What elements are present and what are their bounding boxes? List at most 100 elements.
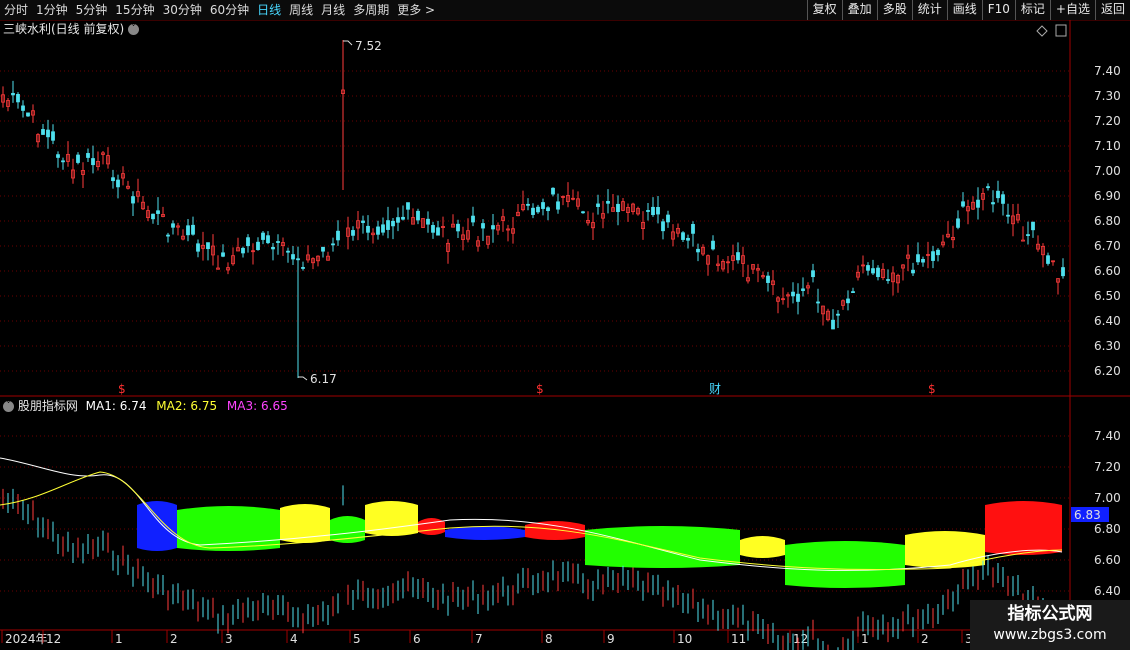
candle-body xyxy=(606,201,610,204)
candle-body xyxy=(46,129,50,138)
candle-body xyxy=(351,230,355,236)
price-tick: 7.10 xyxy=(1094,139,1121,153)
candle-body xyxy=(56,154,60,158)
candle-body xyxy=(276,241,280,243)
indicator-band xyxy=(785,541,905,588)
candle-body xyxy=(616,203,620,213)
watermark-url: www.zbgs3.com xyxy=(993,627,1107,643)
x-label: 1 xyxy=(115,632,123,646)
candle-body xyxy=(986,186,990,189)
candle-body xyxy=(816,301,820,304)
candle-body xyxy=(186,225,190,236)
candle-body xyxy=(206,242,210,250)
candle-body xyxy=(801,288,805,292)
candle-body xyxy=(711,240,715,250)
x-label: 11 xyxy=(731,632,746,646)
candle-body xyxy=(681,232,685,240)
candle-body xyxy=(286,250,290,253)
candle-body xyxy=(401,216,405,220)
indicator-band xyxy=(525,521,585,540)
candle-body xyxy=(1061,267,1065,277)
candle-body xyxy=(541,202,545,209)
candle-body xyxy=(686,237,690,241)
candle-body xyxy=(796,293,800,302)
candle-body xyxy=(1046,255,1050,264)
candle-body xyxy=(321,246,325,252)
price-tick: 7.20 xyxy=(1094,114,1121,128)
candle-body xyxy=(301,267,305,269)
candle-body xyxy=(271,246,275,250)
event-marker: $ xyxy=(118,382,126,396)
candle-body xyxy=(661,221,665,232)
candle-body xyxy=(836,313,840,316)
candle-body xyxy=(416,210,420,221)
candle-body xyxy=(916,254,920,263)
candle-body xyxy=(491,225,495,230)
candle-body xyxy=(111,177,115,182)
candle-body xyxy=(1001,194,1005,204)
x-label: 3 xyxy=(225,632,233,646)
candle-body xyxy=(651,206,655,216)
price-tick: 7.00 xyxy=(1094,164,1121,178)
candle-body xyxy=(581,211,585,214)
candle-body xyxy=(876,267,880,278)
price-tick: 6.70 xyxy=(1094,239,1121,253)
candle-body xyxy=(196,243,200,252)
candle-body xyxy=(596,203,600,207)
indicator-tick: 7.20 xyxy=(1094,460,1121,474)
candle-body xyxy=(851,291,855,294)
candle-body xyxy=(256,241,260,251)
candle-body xyxy=(991,202,995,205)
candle-body xyxy=(546,207,550,212)
candle-body xyxy=(386,220,390,230)
panel-toggle-icon xyxy=(1055,24,1067,37)
candle-body xyxy=(691,224,695,234)
candle-body xyxy=(91,158,95,166)
candle-body xyxy=(41,129,45,135)
candle-body xyxy=(391,220,395,227)
candle-body xyxy=(156,210,160,214)
x-label: 10 xyxy=(677,632,692,646)
candle-body xyxy=(866,265,870,271)
candle-body xyxy=(436,227,440,236)
candle-body xyxy=(996,190,1000,199)
candle-body xyxy=(336,230,340,241)
candle-body xyxy=(1006,214,1010,217)
candle-body xyxy=(361,220,365,223)
candle-body xyxy=(911,269,915,274)
indicator-tick: 6.60 xyxy=(1094,553,1121,567)
event-marker: 财 xyxy=(709,382,721,396)
candle-body xyxy=(431,225,435,233)
candle-body xyxy=(791,291,795,297)
price-tick: 6.60 xyxy=(1094,264,1121,278)
x-label: 8 xyxy=(545,632,553,646)
price-tick: 6.90 xyxy=(1094,189,1121,203)
x-label: 2024年 xyxy=(5,632,48,646)
candle-body xyxy=(221,252,225,257)
x-label: 6 xyxy=(413,632,421,646)
candle-body xyxy=(1026,234,1030,236)
candle-body xyxy=(886,279,890,281)
candle-body xyxy=(956,218,960,228)
candle-body xyxy=(526,203,530,206)
indicator-band xyxy=(445,526,525,540)
x-label: 7 xyxy=(475,632,483,646)
candle-body xyxy=(646,210,650,212)
candle-body xyxy=(86,153,90,158)
candle-body xyxy=(366,225,370,233)
x-label: 4 xyxy=(290,632,298,646)
x-label: 12 xyxy=(793,632,808,646)
candle-body xyxy=(26,112,30,117)
candle-body xyxy=(556,201,560,210)
chart-canvas[interactable]: 7.40 7.30 7.20 7.10 7.00 6.90 6.80 6.70 6.60 6.50… xyxy=(0,0,1130,650)
event-marker: $ xyxy=(928,382,936,396)
indicator-tick: 7.00 xyxy=(1094,491,1121,505)
candle-body xyxy=(376,226,380,235)
x-label: 1 xyxy=(861,632,869,646)
watermark-title: 指标公式网 xyxy=(1007,604,1093,624)
candle-body xyxy=(846,298,850,304)
indicator-tick: 6.80 xyxy=(1094,522,1121,536)
candle-body xyxy=(456,223,460,232)
indicator-band xyxy=(137,501,177,551)
candle-body xyxy=(131,196,135,204)
